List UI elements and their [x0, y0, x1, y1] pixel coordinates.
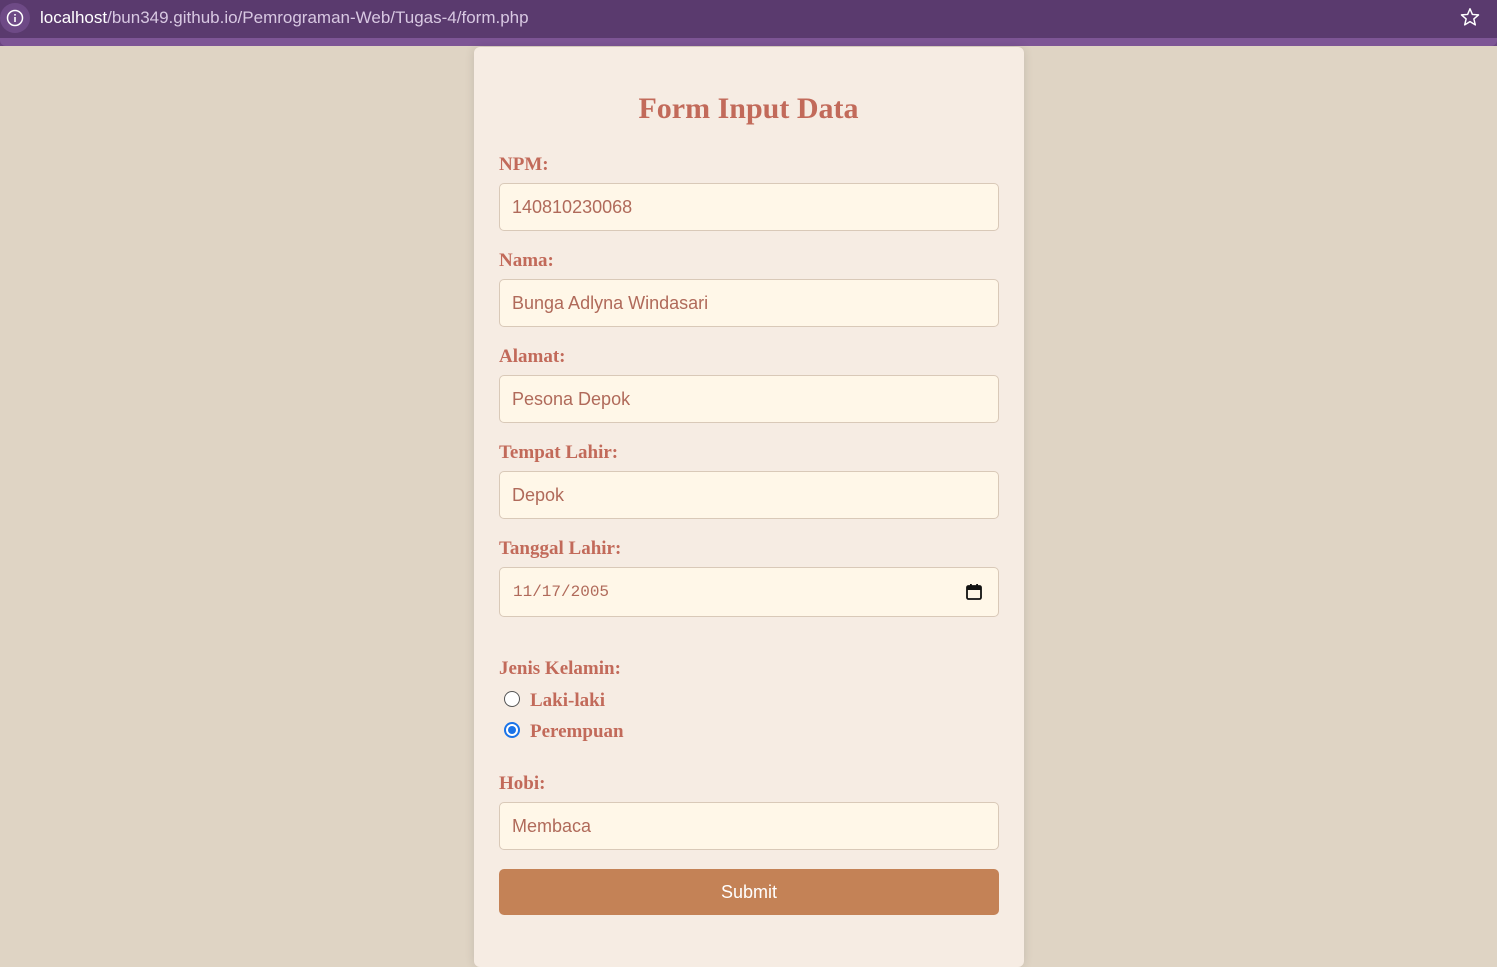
- hobi-input[interactable]: [499, 802, 999, 850]
- tempat-lahir-label: Tempat Lahir:: [499, 442, 619, 463]
- alamat-input[interactable]: [499, 375, 999, 423]
- date-value: 11/17/2005: [513, 583, 610, 601]
- jenis-kelamin-label: Jenis Kelamin:: [499, 658, 621, 679]
- star-icon[interactable]: [1459, 6, 1481, 28]
- radio-label-perempuan[interactable]: Perempuan: [530, 721, 624, 743]
- address-bar-underline: [0, 38, 1497, 46]
- info-icon[interactable]: [0, 3, 30, 33]
- npm-input[interactable]: [499, 183, 999, 231]
- url-field[interactable]: localhost/bun349.github.io/Pemrograman-W…: [40, 8, 529, 28]
- hobi-label: Hobi:: [499, 773, 546, 794]
- npm-label: NPM:: [499, 154, 549, 175]
- alamat-label: Alamat:: [499, 346, 566, 367]
- form-title: Form Input Data: [638, 92, 859, 125]
- tanggal-lahir-input[interactable]: 11/17/2005: [499, 567, 999, 617]
- nama-input[interactable]: [499, 279, 999, 327]
- radio-perempuan[interactable]: [504, 722, 520, 738]
- radio-label-laki-laki[interactable]: Laki-laki: [530, 690, 605, 712]
- url-path: /bun349.github.io/Pemrograman-Web/Tugas-…: [107, 8, 529, 27]
- tanggal-lahir-label: Tanggal Lahir:: [499, 538, 622, 559]
- url-host: localhost: [40, 8, 108, 27]
- submit-button[interactable]: Submit: [499, 869, 999, 915]
- calendar-icon[interactable]: [965, 583, 983, 601]
- nama-label: Nama:: [499, 250, 554, 271]
- tempat-lahir-input[interactable]: [499, 471, 999, 519]
- radio-laki-laki[interactable]: [504, 691, 520, 707]
